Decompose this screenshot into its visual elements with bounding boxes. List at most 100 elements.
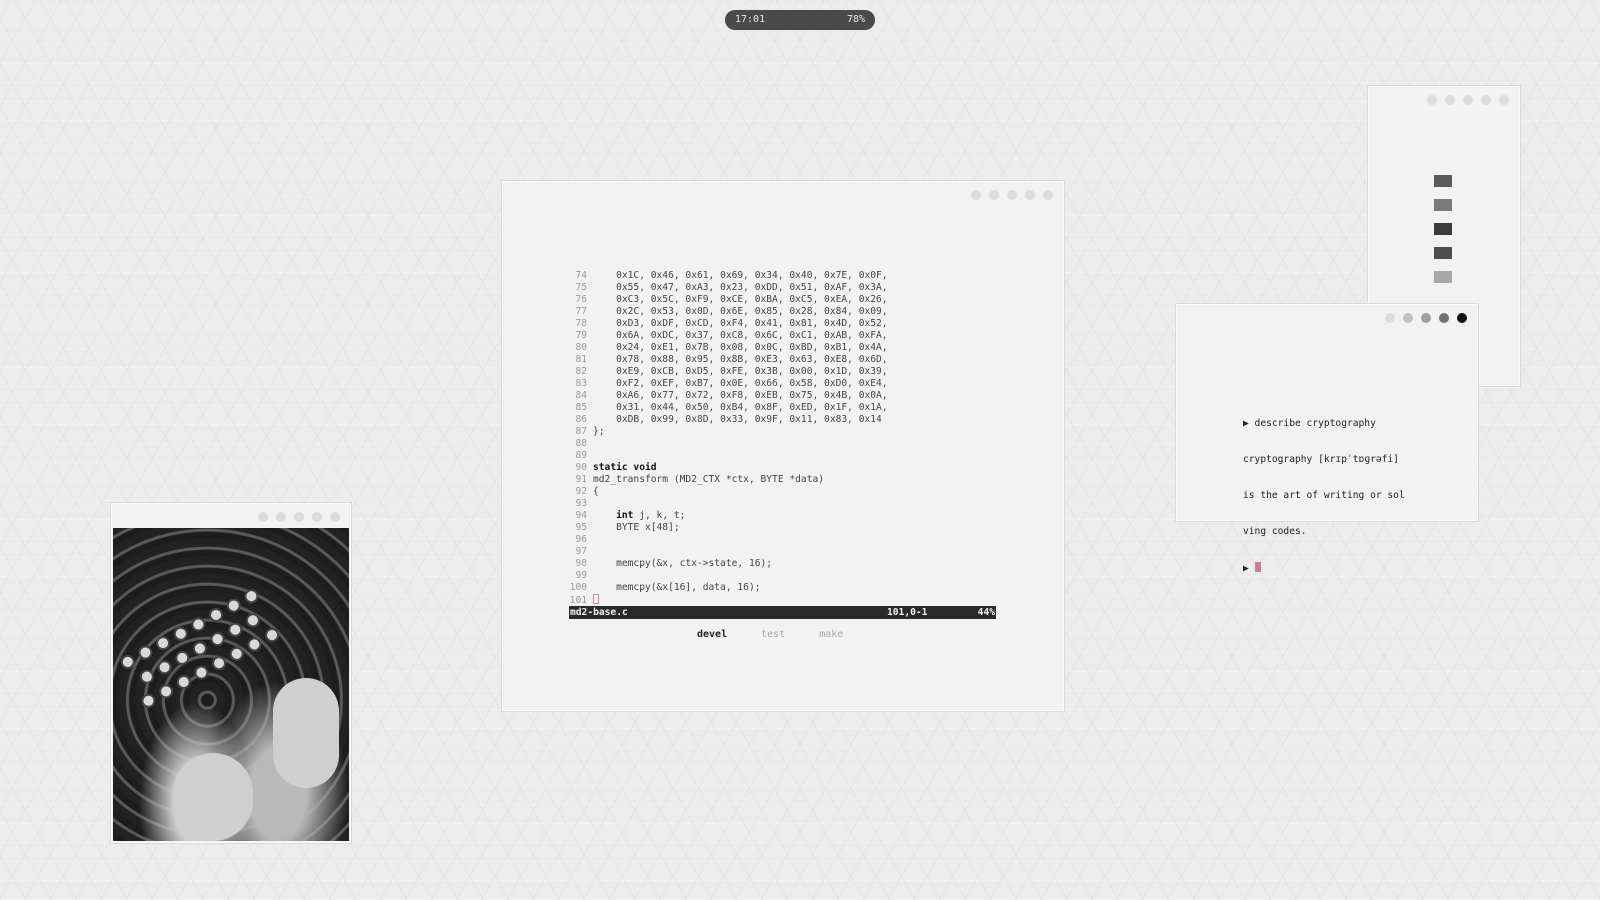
code-text: 0xC3, 0x5C, 0xF9, 0xCE, 0xBA, 0xC5, 0xEA… xyxy=(593,294,888,305)
code-line: 84 0xA6, 0x77, 0x72, 0xF8, 0xEB, 0x75, 0… xyxy=(569,390,999,402)
hand-right xyxy=(273,678,339,788)
code-text: 0xE9, 0xCB, 0xD5, 0xFE, 0x3B, 0x00, 0x1D… xyxy=(593,366,888,377)
key-icon xyxy=(243,610,263,630)
window-dot-icon[interactable] xyxy=(1007,190,1017,200)
editor-cursor xyxy=(593,594,599,604)
code-line: 97 xyxy=(569,546,999,558)
code-line: 86 0xDB, 0x99, 0x8D, 0x33, 0x9F, 0x11, 0… xyxy=(569,414,999,426)
code-line: 91 md2_transform (MD2_CTX *ctx, BYTE *dat… xyxy=(569,474,999,486)
key-icon xyxy=(208,629,228,649)
line-number: 95 xyxy=(575,522,587,533)
terminal-prompt-line[interactable]: ▶ xyxy=(1243,562,1405,575)
prompt-symbol: ▶ xyxy=(1243,563,1255,574)
window-dot-icon[interactable] xyxy=(312,512,322,522)
code-text: memcpy(&x[16], data, 16); xyxy=(593,582,761,593)
code-text: 0x2C, 0x53, 0x0D, 0x6E, 0x85, 0x28, 0x84… xyxy=(593,306,888,317)
line-number: 87 xyxy=(575,426,587,437)
code-text: 0xF2, 0xEF, 0xB7, 0x0E, 0x66, 0x58, 0xD0… xyxy=(593,378,888,389)
line-number: 91 xyxy=(575,474,587,485)
code-text: }; xyxy=(593,426,605,437)
key-icon xyxy=(241,586,261,606)
window-dot-icon[interactable] xyxy=(1499,95,1509,105)
line-number: 84 xyxy=(575,390,587,401)
code-text: static void xyxy=(593,462,657,473)
line-number: 97 xyxy=(575,546,587,557)
code-line: 78 0xD3, 0xDF, 0xCD, 0xF4, 0x41, 0x81, 0… xyxy=(569,318,999,330)
window-dot-icon[interactable] xyxy=(1421,313,1431,323)
window-dot-icon[interactable] xyxy=(1385,313,1395,323)
line-number: 74 xyxy=(575,270,587,281)
key-icon xyxy=(118,652,138,672)
code-buffer[interactable]: 74 0x1C, 0x46, 0x61, 0x69, 0x34, 0x40, 0… xyxy=(569,270,999,607)
window-dot-icon[interactable] xyxy=(294,512,304,522)
code-text: 0x31, 0x44, 0x50, 0xB4, 0x8F, 0xED, 0x1F… xyxy=(593,402,888,413)
window-dot-icon[interactable] xyxy=(989,190,999,200)
line-number: 89 xyxy=(575,450,587,461)
code-line: 94 int j, k, t; xyxy=(569,510,999,522)
terminal-output[interactable]: ▶ describe cryptography cryptography [kr… xyxy=(1243,394,1405,599)
line-number: 80 xyxy=(575,342,587,353)
battery-level: 78% xyxy=(846,14,865,25)
line-number: 78 xyxy=(575,318,587,329)
window-dot-icon[interactable] xyxy=(258,512,268,522)
window-dot-icon[interactable] xyxy=(971,190,981,200)
key-icon xyxy=(153,633,173,653)
window-dot-icon[interactable] xyxy=(330,512,340,522)
tab-test[interactable]: test xyxy=(761,629,785,640)
code-line: 87}; xyxy=(569,426,999,438)
code-line: 82 0xE9, 0xCB, 0xD5, 0xFE, 0x3B, 0x00, 0… xyxy=(569,366,999,378)
key-icon xyxy=(244,634,264,654)
line-number: 96 xyxy=(575,534,587,545)
terminal-line: is the art of writing or sol xyxy=(1243,490,1405,501)
window-dot-icon[interactable] xyxy=(1463,95,1473,105)
code-text: 0x1C, 0x46, 0x61, 0x69, 0x34, 0x40, 0x7E… xyxy=(593,270,888,281)
window-controls xyxy=(258,512,340,522)
code-text: 0xA6, 0x77, 0x72, 0xF8, 0xEB, 0x75, 0x4B… xyxy=(593,390,888,401)
statusline-filename: md2-base.c xyxy=(570,607,628,618)
window-dot-icon[interactable] xyxy=(1043,190,1053,200)
window-dot-icon[interactable] xyxy=(1445,95,1455,105)
key-icon xyxy=(174,672,194,692)
terminal-line: ▶ describe cryptography xyxy=(1243,418,1376,429)
code-text: 0xD3, 0xDF, 0xCD, 0xF4, 0x41, 0x81, 0x4D… xyxy=(593,318,888,329)
key-icon xyxy=(171,624,191,644)
code-text: 0x55, 0x47, 0xA3, 0x23, 0xDD, 0x51, 0xAF… xyxy=(593,282,888,293)
editor-window[interactable]: 74 0x1C, 0x46, 0x61, 0x69, 0x34, 0x40, 0… xyxy=(502,181,1064,711)
window-dot-icon[interactable] xyxy=(1439,313,1449,323)
tab-make[interactable]: make xyxy=(819,629,843,640)
line-number: 94 xyxy=(575,510,587,521)
keyword: int xyxy=(616,510,634,521)
line-number: 93 xyxy=(575,498,587,509)
key-icon xyxy=(225,620,245,640)
code-text: memcpy(&x, ctx->state, 16); xyxy=(593,558,773,569)
window-dot-icon[interactable] xyxy=(1481,95,1491,105)
line-number: 81 xyxy=(575,354,587,365)
line-number: 76 xyxy=(575,294,587,305)
window-controls xyxy=(1385,313,1467,323)
enigma-machine-photo xyxy=(113,528,349,841)
code-text: md2_transform (MD2_CTX *ctx, BYTE *data) xyxy=(593,474,825,485)
window-dot-icon[interactable] xyxy=(1457,313,1467,323)
terminal-window[interactable]: ▶ describe cryptography cryptography [kr… xyxy=(1176,304,1478,574)
clock: 17:01 xyxy=(735,14,766,25)
color-swatch xyxy=(1434,271,1452,283)
key-icon xyxy=(191,663,211,683)
code-line: 88 xyxy=(569,438,999,450)
code-line: 77 0x2C, 0x53, 0x0D, 0x6E, 0x85, 0x28, 0… xyxy=(569,306,999,318)
window-dot-icon[interactable] xyxy=(1403,313,1413,323)
key-icon xyxy=(135,643,155,663)
key-icon xyxy=(227,644,247,664)
line-number: 100 xyxy=(569,582,587,593)
code-line: 96 xyxy=(569,534,999,546)
window-controls xyxy=(1427,95,1509,105)
window-dot-icon[interactable] xyxy=(1427,95,1437,105)
code-line: 92 { xyxy=(569,486,999,498)
tab-devel[interactable]: devel xyxy=(697,629,727,640)
code-text: 0x78, 0x88, 0x95, 0x8B, 0xE3, 0x63, 0xE8… xyxy=(593,354,888,365)
photo-window[interactable] xyxy=(111,503,351,843)
window-dot-icon[interactable] xyxy=(276,512,286,522)
window-dot-icon[interactable] xyxy=(1025,190,1035,200)
terminal-line: cryptography [krɪpˈtɒɡrəfi] xyxy=(1243,454,1399,465)
line-number: 98 xyxy=(575,558,587,569)
color-swatch xyxy=(1434,247,1452,259)
